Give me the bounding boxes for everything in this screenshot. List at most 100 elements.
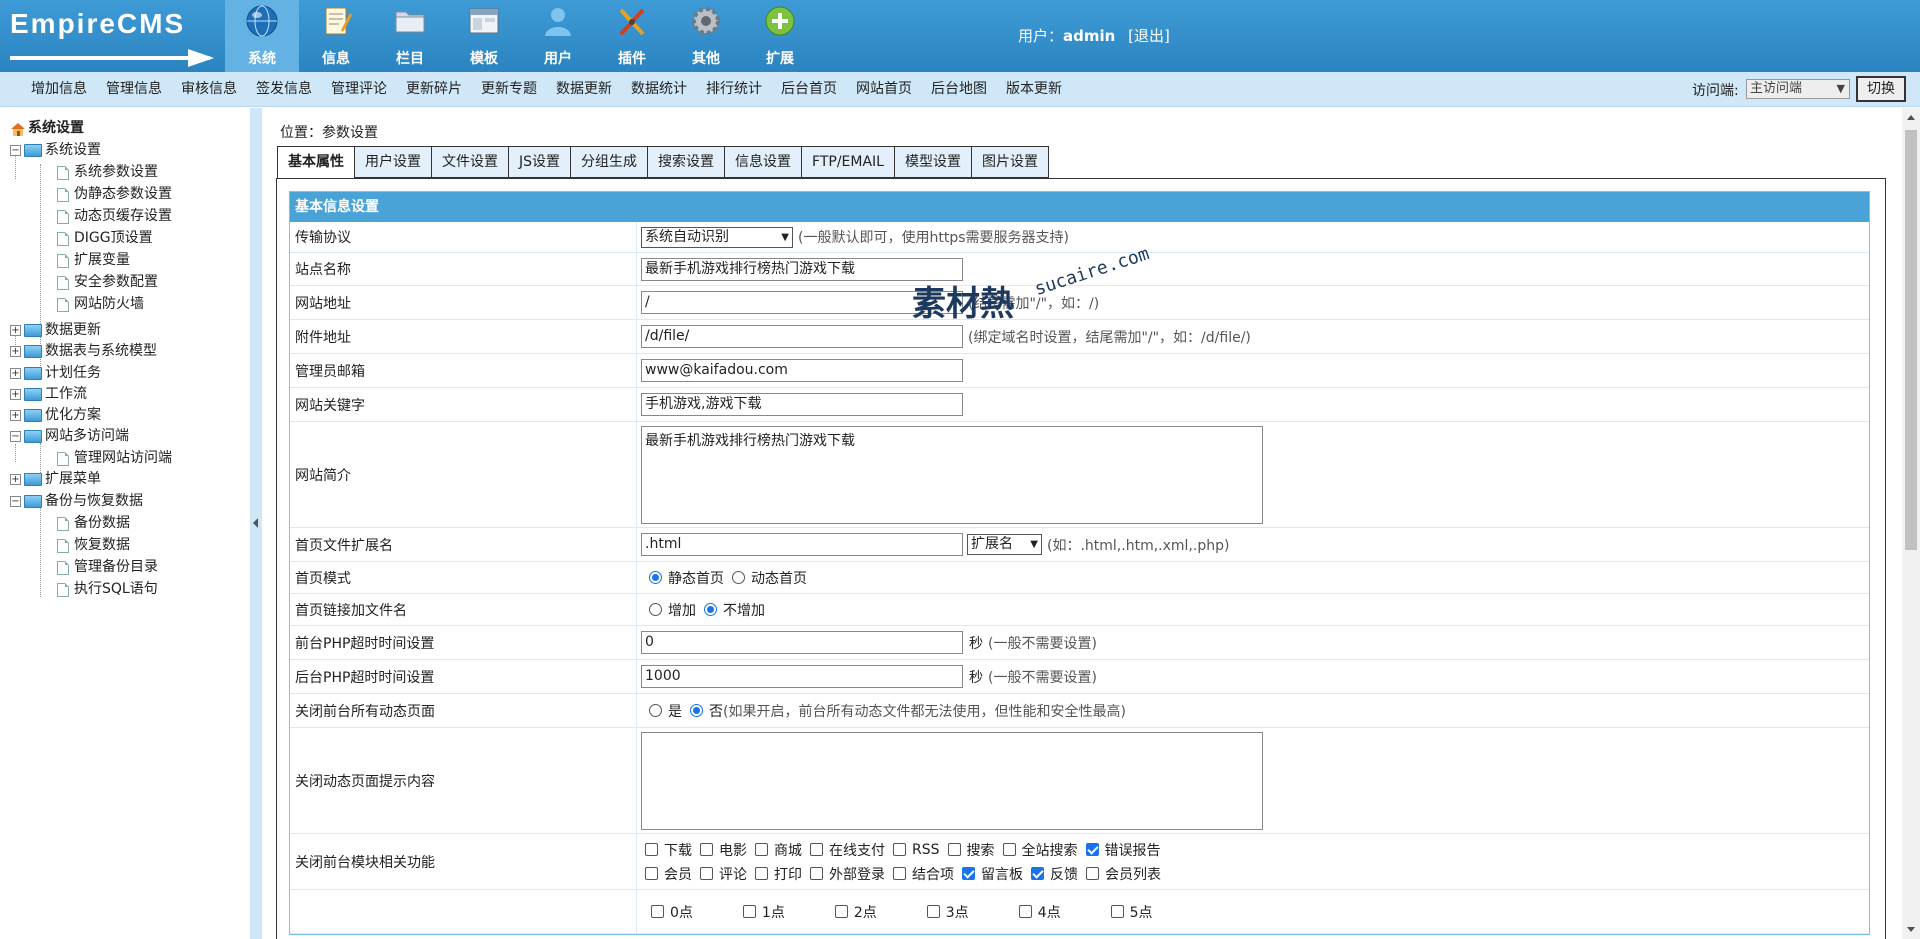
close-tip-textarea[interactable] — [641, 731, 1263, 830]
subnav-sign-info[interactable]: 签发信息 — [256, 72, 312, 107]
expand-icon[interactable]: + — [10, 410, 21, 421]
logout-link[interactable]: [退出] — [1128, 27, 1170, 45]
sidebar-item-backup-restore[interactable]: − 备份与恢复数据 — [10, 491, 143, 512]
index-ext-select[interactable]: 扩展名 ▼ — [967, 534, 1042, 555]
sidebar-item-tables-models[interactable]: + 数据表与系统模型 — [10, 341, 157, 362]
tab-model[interactable]: 模型设置 — [894, 146, 972, 178]
subnav-version-update[interactable]: 版本更新 — [1006, 72, 1062, 107]
radio-link-add[interactable] — [649, 603, 662, 616]
index-ext-input[interactable]: .html — [641, 533, 963, 556]
checkbox-member[interactable] — [645, 867, 658, 880]
collapse-icon[interactable]: − — [10, 431, 21, 442]
scrollbar-thumb[interactable] — [1905, 130, 1917, 550]
admin-email-input[interactable]: www@kaifadou.com — [641, 359, 963, 382]
checkbox-online-pay[interactable] — [810, 843, 823, 856]
tab-js[interactable]: JS设置 — [509, 146, 572, 178]
sidebar-splitter[interactable] — [250, 108, 262, 939]
checkbox-hour-0[interactable] — [651, 905, 664, 918]
nav-column[interactable]: 栏目 — [373, 0, 447, 72]
checkbox-hour-1[interactable] — [742, 905, 756, 918]
checkbox-search[interactable] — [947, 843, 961, 856]
nav-info[interactable]: 信息 — [299, 0, 373, 72]
visit-select[interactable]: 主访问端 ▼ — [1746, 79, 1850, 99]
vertical-scrollbar[interactable] — [1902, 108, 1920, 939]
nav-system[interactable]: 系统 — [225, 0, 299, 72]
radio-static-index[interactable] — [649, 571, 662, 584]
checkbox-hour-5[interactable] — [1110, 905, 1124, 918]
sidebar-item-backup-dirs[interactable]: 管理备份目录 — [57, 557, 158, 578]
tab-image[interactable]: 图片设置 — [971, 146, 1049, 178]
keywords-input[interactable]: 手机游戏,游戏下载 — [641, 393, 963, 416]
tab-user[interactable]: 用户设置 — [355, 146, 432, 178]
subnav-data-stats[interactable]: 数据统计 — [631, 72, 687, 107]
sidebar-item-pseudo-static[interactable]: 伪静态参数设置 — [57, 184, 172, 205]
checkbox-download[interactable] — [645, 843, 658, 856]
sidebar-item-multi-access[interactable]: − 网站多访问端 — [10, 426, 129, 447]
sidebar-item-restore[interactable]: 恢复数据 — [57, 535, 130, 556]
checkbox-comment[interactable] — [700, 867, 713, 880]
checkbox-shop[interactable] — [755, 843, 768, 856]
checkbox-member-list[interactable] — [1086, 867, 1099, 880]
subnav-manage-comments[interactable]: 管理评论 — [331, 72, 387, 107]
radio-close-no[interactable] — [690, 704, 703, 717]
tab-group-gen[interactable]: 分组生成 — [571, 146, 649, 178]
collapse-icon[interactable]: − — [10, 496, 21, 507]
sidebar-item-backup[interactable]: 备份数据 — [57, 513, 130, 534]
protocol-select[interactable]: 系统自动识别 ▼ — [641, 226, 793, 248]
tab-file[interactable]: 文件设置 — [432, 146, 509, 178]
tab-search[interactable]: 搜索设置 — [648, 146, 726, 178]
tab-info[interactable]: 信息设置 — [725, 146, 803, 178]
scroll-up-icon[interactable] — [1907, 115, 1915, 120]
sidebar-item-scheduled-tasks[interactable]: + 计划任务 — [10, 363, 101, 384]
intro-textarea[interactable]: 最新手机游戏排行榜热门游戏下载 — [641, 425, 1263, 524]
checkbox-rss[interactable] — [893, 843, 906, 856]
nav-user[interactable]: 用户 — [521, 0, 595, 72]
back-timeout-input[interactable]: 1000 — [641, 665, 963, 688]
subnav-site-home[interactable]: 网站首页 — [856, 72, 912, 107]
collapse-arrow-icon[interactable] — [253, 518, 258, 528]
radio-link-no-add[interactable] — [704, 603, 717, 616]
checkbox-error-report[interactable] — [1085, 843, 1099, 856]
checkbox-external-login[interactable] — [810, 867, 823, 880]
nav-template[interactable]: 模板 — [447, 0, 521, 72]
nav-extend[interactable]: 扩展 — [743, 0, 817, 72]
checkbox-hour-3[interactable] — [926, 905, 940, 918]
expand-icon[interactable]: + — [10, 474, 21, 485]
nav-plugin[interactable]: 插件 — [595, 0, 669, 72]
checkbox-hour-4[interactable] — [1018, 905, 1032, 918]
sidebar-item-ext-menu[interactable]: + 扩展菜单 — [10, 469, 101, 490]
checkbox-feedback[interactable] — [1031, 867, 1044, 880]
sidebar-item-ext-vars[interactable]: 扩展变量 — [57, 250, 130, 271]
tab-ftp-email[interactable]: FTP/EMAIL — [802, 146, 895, 178]
tab-basic[interactable]: 基本属性 — [277, 146, 355, 179]
subnav-data-update[interactable]: 数据更新 — [556, 72, 612, 107]
sidebar-root[interactable]: 系统设置 — [10, 118, 84, 139]
sidebar-item-data-update[interactable]: + 数据更新 — [10, 320, 101, 341]
collapse-icon[interactable]: − — [10, 145, 21, 156]
checkbox-print[interactable] — [755, 867, 768, 880]
checkbox-hour-2[interactable] — [834, 905, 848, 918]
subnav-update-fragments[interactable]: 更新碎片 — [406, 72, 462, 107]
subnav-add-info[interactable]: 增加信息 — [31, 72, 87, 107]
scroll-down-icon[interactable] — [1907, 927, 1915, 932]
checkbox-guestbook[interactable] — [962, 867, 975, 880]
sidebar-item-digg[interactable]: DIGG顶设置 — [57, 228, 153, 249]
sidebar-item-workflow[interactable]: + 工作流 — [10, 384, 87, 405]
nav-other[interactable]: 其他 — [669, 0, 743, 72]
sidebar-item-firewall[interactable]: 网站防火墙 — [57, 294, 144, 315]
sidebar-item-manage-access[interactable]: 管理网站访问端 — [57, 448, 172, 469]
subnav-review-info[interactable]: 审核信息 — [181, 72, 237, 107]
empirecms-logo[interactable]: EmpireCMS — [10, 6, 215, 67]
radio-dynamic-index[interactable] — [732, 571, 745, 584]
subnav-admin-map[interactable]: 后台地图 — [931, 72, 987, 107]
radio-close-yes[interactable] — [649, 704, 662, 717]
expand-icon[interactable]: + — [10, 325, 21, 336]
switch-button[interactable]: 切换 — [1856, 76, 1906, 102]
expand-icon[interactable]: + — [10, 389, 21, 400]
subnav-admin-home[interactable]: 后台首页 — [781, 72, 837, 107]
subnav-rank-stats[interactable]: 排行统计 — [706, 72, 762, 107]
sidebar-item-exec-sql[interactable]: 执行SQL语句 — [57, 579, 158, 600]
expand-icon[interactable]: + — [10, 368, 21, 379]
sidebar-item-dynamic-cache[interactable]: 动态页缓存设置 — [57, 206, 172, 227]
subnav-manage-info[interactable]: 管理信息 — [106, 72, 162, 107]
